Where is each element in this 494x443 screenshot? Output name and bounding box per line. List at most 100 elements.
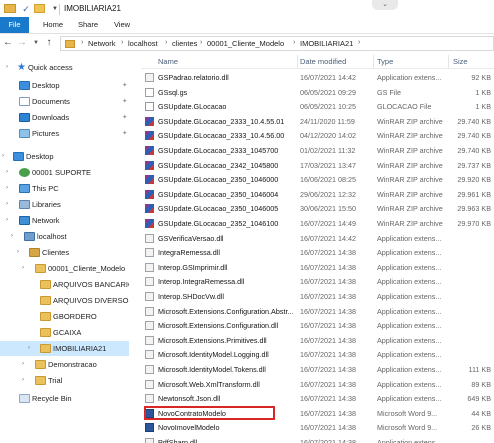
- sidebar-item-libraries[interactable]: › Libraries: [0, 197, 129, 212]
- pin-icon[interactable]: ✦: [122, 94, 127, 109]
- address-bar[interactable]: › Network › localhost › clientes › 00001…: [60, 36, 494, 51]
- file-row[interactable]: GSUpdate.GLocacao 06/05/2021 10:25 GLOCACA…: [141, 99, 494, 114]
- file-row[interactable]: GSUpdate.GLocacao_2350_1046005 30/06/2021…: [141, 201, 494, 216]
- sidebar-item-downloads[interactable]: Downloads ✦: [0, 110, 129, 125]
- file-row[interactable]: PdfSharp.dll 16/07/2021 14:38 Application …: [141, 435, 494, 443]
- sidebar-item-network[interactable]: › Network: [0, 213, 129, 228]
- sidebar-item-recycle-bin[interactable]: Recycle Bin: [0, 391, 129, 406]
- column-divider[interactable]: [373, 55, 374, 68]
- breadcrumb-clientes[interactable]: clientes: [172, 39, 197, 48]
- file-name: Interop.GSImprimir.dll: [158, 262, 228, 272]
- sidebar-item-clientes[interactable]: › Clientes: [0, 245, 129, 260]
- sidebar-item-demonstracao[interactable]: › Demonstracao: [0, 357, 129, 372]
- column-divider[interactable]: [297, 55, 298, 68]
- file-name: GSUpdate.GLocacao_2333_1045700: [158, 146, 279, 155]
- file-row[interactable]: GSUpdate.GLocacao_2350_1046004 29/06/2021…: [141, 187, 494, 202]
- sidebar-item-00001-cliente-modelo[interactable]: › 00001_Cliente_Modelo: [0, 261, 129, 276]
- chevron-right-icon[interactable]: ›: [22, 373, 24, 388]
- column-header-date[interactable]: Date modified: [300, 57, 346, 66]
- file-row[interactable]: GSVerificaVersao.dll 16/07/2021 14:42 Appl…: [141, 231, 494, 246]
- column-header-size[interactable]: Size: [453, 57, 468, 66]
- file-date-modified: 30/06/2021 15:50: [300, 204, 356, 214]
- file-row[interactable]: Microsoft.Extensions.Primitives.dll 16/07…: [141, 333, 494, 348]
- file-row[interactable]: GSUpdate.GLocacao_2333_10.4.56.00 04/12/2…: [141, 128, 494, 143]
- chevron-right-icon[interactable]: ›: [2, 149, 4, 164]
- breadcrumb-imobiliaria21[interactable]: IMOBILIARIA21: [300, 39, 353, 48]
- sidebar-item-imobiliaria21[interactable]: › IMOBILIARIA21: [0, 341, 129, 356]
- pin-icon[interactable]: ✦: [122, 126, 127, 141]
- pin-icon[interactable]: ✦: [122, 78, 127, 93]
- column-divider[interactable]: [448, 55, 449, 68]
- file-row[interactable]: Interop.GSImprimir.dll 16/07/2021 14:38 Ap…: [141, 260, 494, 275]
- chevron-right-icon[interactable]: ›: [22, 357, 24, 372]
- file-row[interactable]: GSUpdate.GLocacao_2352_1046100 16/07/2021…: [141, 216, 494, 231]
- sidebar-item-arquivos-diversos[interactable]: ARQUIVOS DIVERSOS: [0, 293, 129, 308]
- tab-view[interactable]: View: [111, 17, 133, 33]
- sidebar-item-desktop[interactable]: › Desktop: [0, 149, 129, 164]
- file-row[interactable]: GSUpdate.GLocacao_2342_1045800 17/03/2021…: [141, 158, 494, 173]
- sidebar-item-trial[interactable]: › Trial: [0, 373, 129, 388]
- column-header-name[interactable]: Name: [158, 57, 178, 66]
- up-arrow-icon[interactable]: ↑: [43, 37, 55, 49]
- tab-share[interactable]: Share: [75, 17, 101, 33]
- file-row[interactable]: Microsoft.IdentityModel.Logging.dll 16/07…: [141, 347, 494, 362]
- file-row[interactable]: Microsoft.Extensions.Configuration.Abstr…: [141, 304, 494, 319]
- sidebar-item-00001-suporte[interactable]: › 00001 SUPORTE: [0, 165, 129, 180]
- breadcrumb-network[interactable]: Network: [88, 39, 116, 48]
- file-row[interactable]: GSPadrao.relatorio.dll 16/07/2021 14:42 Ap…: [141, 70, 494, 85]
- back-arrow-icon[interactable]: ←: [2, 37, 14, 49]
- file-row[interactable]: GSUpdate.GLocacao_2350_1046000 16/06/2021…: [141, 172, 494, 187]
- recent-locations-chevron-icon[interactable]: ▼: [30, 37, 42, 49]
- pc-icon: [19, 184, 30, 193]
- file-date-modified: 06/05/2021 10:25: [300, 102, 356, 112]
- sidebar-item-pictures[interactable]: Pictures ✦: [0, 126, 129, 141]
- sidebar-item-gbordero[interactable]: GBORDERO: [0, 309, 129, 324]
- properties-icon[interactable]: ✓: [20, 3, 32, 15]
- file-row[interactable]: GSUpdate.GLocacao_2333_10.4.55.01 24/11/2…: [141, 114, 494, 129]
- sidebar-item-localhost[interactable]: › localhost: [0, 229, 129, 244]
- file-type: GS File: [377, 87, 401, 97]
- file-type: Application extens...: [377, 73, 442, 82]
- file-row[interactable]: NovoImovelModelo 16/07/2021 14:38 Microsof…: [141, 420, 494, 435]
- breadcrumb-cliente-modelo[interactable]: 00001_Cliente_Modelo: [207, 39, 284, 48]
- dll-file-icon: [145, 438, 154, 443]
- column-header-type[interactable]: Type: [377, 57, 393, 66]
- file-row[interactable]: Microsoft.Web.XmlTransform.dll 16/07/2021…: [141, 377, 494, 392]
- file-name: GSsql.gs: [158, 87, 188, 97]
- file-row[interactable]: Newtonsoft.Json.dll 16/07/2021 14:38 Appli…: [141, 391, 494, 406]
- server-icon: [24, 232, 35, 241]
- tab-home[interactable]: Home: [40, 17, 66, 33]
- zip-archive-icon: [145, 131, 154, 141]
- file-row[interactable]: Microsoft.Extensions.Configuration.dll 16…: [141, 318, 494, 333]
- chevron-right-icon[interactable]: ›: [6, 60, 8, 75]
- chevron-right-icon[interactable]: ›: [22, 261, 24, 276]
- file-row[interactable]: NovoContratoModelo 16/07/2021 14:38 Micros…: [141, 406, 494, 421]
- chevron-right-icon[interactable]: ›: [17, 245, 19, 260]
- file-row[interactable]: GSsql.gs 06/05/2021 09:29 GS File 1 KB: [141, 85, 494, 100]
- file-date-modified: 16/07/2021 14:42: [300, 73, 356, 82]
- chevron-right-icon[interactable]: ›: [28, 341, 30, 356]
- chevron-down-icon[interactable]: ⌄: [372, 0, 398, 10]
- sidebar-item-documents[interactable]: Documents ✦: [0, 94, 129, 109]
- new-folder-icon[interactable]: [34, 4, 45, 13]
- chevron-right-icon[interactable]: ›: [6, 197, 8, 212]
- sidebar-item-arquivos-bancarios[interactable]: ARQUIVOS BANCARIOS: [0, 277, 129, 292]
- forward-arrow-icon[interactable]: →: [16, 37, 28, 49]
- file-row[interactable]: Interop.IntegraRemessa.dll 16/07/2021 14:…: [141, 274, 494, 289]
- pin-icon[interactable]: ✦: [122, 110, 127, 125]
- chevron-right-icon[interactable]: ›: [6, 165, 8, 180]
- file-row[interactable]: GSUpdate.GLocacao_2333_1045700 01/02/2021…: [141, 143, 494, 158]
- file-row[interactable]: IntegraRemessa.dll 16/07/2021 14:38 Applic…: [141, 245, 494, 260]
- sidebar-item-this-pc[interactable]: › This PC: [0, 181, 129, 196]
- chevron-right-icon[interactable]: ›: [6, 213, 8, 228]
- file-row[interactable]: Microsoft.IdentityModel.Tokens.dll 16/07/…: [141, 362, 494, 377]
- sidebar-item-desktop[interactable]: Desktop ✦: [0, 78, 129, 93]
- sidebar-item-gcaixa[interactable]: GCAIXA: [0, 325, 129, 340]
- sidebar-item-quick-access[interactable]: › ★ Quick access: [0, 60, 129, 75]
- tab-file[interactable]: File: [0, 17, 29, 33]
- breadcrumb-localhost[interactable]: localhost: [128, 39, 158, 48]
- file-type: Application extens...: [377, 262, 442, 272]
- file-row[interactable]: Interop.SHDocVw.dll 16/07/2021 14:38 Appli…: [141, 289, 494, 304]
- chevron-right-icon[interactable]: ›: [6, 181, 8, 196]
- chevron-right-icon[interactable]: ›: [11, 229, 13, 244]
